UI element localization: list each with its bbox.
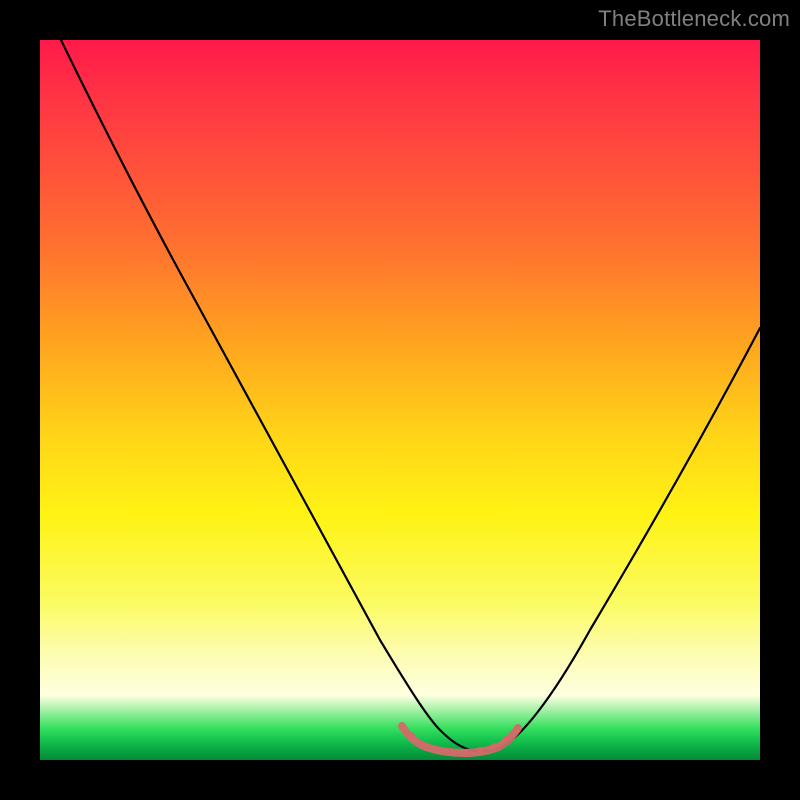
- chart-frame: TheBottleneck.com: [0, 0, 800, 800]
- plot-svg: [40, 40, 760, 760]
- minimum-marker: [402, 726, 518, 753]
- watermark-text: TheBottleneck.com: [598, 6, 790, 32]
- plot-area: [40, 40, 760, 760]
- bottleneck-curve: [61, 40, 760, 751]
